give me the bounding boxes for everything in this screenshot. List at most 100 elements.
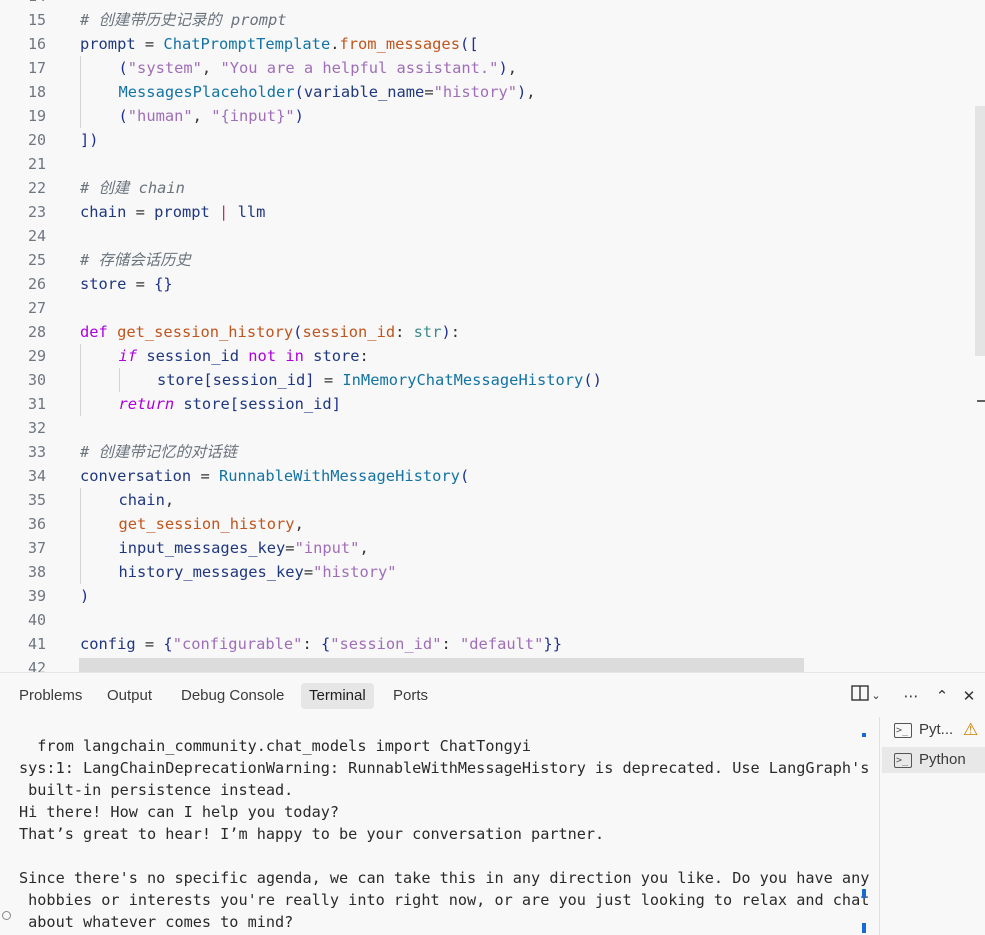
code-line[interactable]: 17 ("system", "You are a helpful assistan… <box>0 56 985 80</box>
code-line[interactable]: 15 # 创建带历史记录的 prompt <box>0 8 985 32</box>
line-number: 22 <box>27 179 46 197</box>
code-line[interactable]: 28 def get_session_history(session_id: st… <box>0 320 985 344</box>
code-line[interactable]: 38 history_messages_key="history" <box>0 560 985 584</box>
code-line[interactable]: 25 # 存储会话历史 <box>0 248 985 272</box>
code-line[interactable]: 14 <box>0 0 985 8</box>
code-token: from_messages <box>339 35 460 53</box>
code-token: ) <box>294 107 304 125</box>
code-text: ]) <box>80 128 99 152</box>
more-icon[interactable]: ⋯ <box>900 685 922 707</box>
code-line[interactable]: 19 ("human", "{input}") <box>0 104 985 128</box>
code-token: ] <box>305 371 315 389</box>
code-line[interactable]: 30 store[session_id] = InMemoryChatMessag… <box>0 368 985 392</box>
code-line[interactable]: 24 <box>0 224 985 248</box>
line-number: 28 <box>27 323 46 341</box>
code-line[interactable]: 26 store = {} <box>0 272 985 296</box>
chevron-down-icon[interactable]: ⌄ <box>869 685 883 707</box>
code-line[interactable]: 32 <box>0 416 985 440</box>
line-number: 40 <box>27 611 46 629</box>
code-line[interactable]: 39) <box>0 584 985 608</box>
code-token: "input" <box>294 539 360 557</box>
code-line[interactable]: 16 prompt = ChatPromptTemplate.from_messa… <box>0 32 985 56</box>
line-number: 23 <box>27 203 46 221</box>
tab-debug-console[interactable]: Debug Console <box>173 683 292 709</box>
terminal-scroll-marker <box>862 733 866 737</box>
code-token: RunnableWithMessageHistory <box>219 467 460 485</box>
code-line[interactable]: 35 chain, <box>0 488 985 512</box>
code-line[interactable]: 37 input_messages_key="input", <box>0 536 985 560</box>
line-number: 42 <box>27 659 46 672</box>
code-editor[interactable]: 14 15 # 创建带历史记录的 prompt 16 prompt = ChatProm… <box>0 0 985 672</box>
terminal-item-python-2[interactable]: Python <box>882 747 985 774</box>
line-number: 35 <box>27 491 46 509</box>
code-line[interactable]: 31 return store[session_id] <box>0 392 985 416</box>
tab-terminal[interactable]: Terminal <box>301 683 374 709</box>
code-token: = <box>135 35 164 53</box>
line-number: 39 <box>27 587 46 605</box>
code-text: return store[session_id] <box>119 392 341 416</box>
code-token: MessagesPlaceholder <box>118 83 295 101</box>
code-line[interactable]: 41 config = {"configurable": {"session_id… <box>0 632 985 656</box>
indent-guide <box>80 392 81 416</box>
tab-output[interactable]: Output <box>99 683 160 709</box>
line-number: 17 <box>27 59 46 77</box>
editor-vertical-scrollbar[interactable] <box>975 106 985 356</box>
code-token: "human" <box>127 107 193 125</box>
code-token: , <box>526 83 536 101</box>
code-token: : <box>359 347 369 365</box>
terminal-item-label: Python <box>919 751 966 768</box>
code-token: : <box>450 323 461 341</box>
panel-tab-bar: Problems Output Debug Console Terminal P… <box>0 673 840 717</box>
code-text: # 创建带记忆的对话链 <box>80 440 237 464</box>
editor-horizontal-scrollbar[interactable] <box>79 658 804 672</box>
code-token: chain <box>118 491 165 509</box>
code-line[interactable]: 18 MessagesPlaceholder(variable_name="his… <box>0 80 985 104</box>
indent-guide <box>80 488 81 512</box>
code-line[interactable]: 33 # 创建带记忆的对话链 <box>0 440 985 464</box>
line-number: 18 <box>27 83 46 101</box>
code-text: conversation = RunnableWithMessageHistor… <box>80 464 469 488</box>
code-token: , <box>359 539 369 557</box>
code-token: # 创建 chain <box>80 179 185 197</box>
code-token: "configurable" <box>172 635 303 653</box>
indent-guide <box>80 80 81 104</box>
code-line[interactable]: 22 # 创建 chain <box>0 176 985 200</box>
code-line[interactable]: 34 conversation = RunnableWithMessageHist… <box>0 464 985 488</box>
code-line[interactable]: 21 <box>0 152 985 176</box>
line-number: 36 <box>27 515 46 533</box>
code-line[interactable]: 23 chain = prompt | llm <box>0 200 985 224</box>
code-token: ] <box>331 395 341 413</box>
code-line[interactable]: 40 <box>0 608 985 632</box>
code-line[interactable]: 27 <box>0 296 985 320</box>
terminal-decoration-circle-icon <box>2 911 11 920</box>
code-token: store <box>157 371 204 389</box>
code-line[interactable]: 20]) <box>0 128 985 152</box>
code-token: ([ <box>459 35 479 53</box>
tab-problems[interactable]: Problems <box>11 683 90 709</box>
code-token: history_messages_key <box>118 563 304 581</box>
panel-layout-icon[interactable] <box>849 685 871 707</box>
close-icon[interactable]: ✕ <box>958 685 980 707</box>
code-token: = <box>191 467 220 485</box>
indent-guide <box>80 56 81 80</box>
code-text: history_messages_key="history" <box>119 560 397 584</box>
code-line[interactable]: 29 if session_id not in store: <box>0 344 985 368</box>
code-token: ) <box>441 323 451 341</box>
code-token: { <box>163 635 173 653</box>
code-token: = <box>424 83 434 101</box>
code-token: prompt <box>80 35 136 53</box>
code-token: input_messages_key <box>118 539 286 557</box>
code-token: InMemoryChatMessageHistory <box>342 371 584 389</box>
terminal-output[interactable]: from langchain_community.chat_models imp… <box>19 735 869 933</box>
code-token: : <box>395 323 414 341</box>
tab-ports[interactable]: Ports <box>385 683 436 709</box>
code-token: "history" <box>433 83 517 101</box>
code-line[interactable]: 36 get_session_history, <box>0 512 985 536</box>
terminal-item-python-1[interactable]: Pyt... ⚠ <box>882 717 985 744</box>
code-token: ]) <box>80 131 99 149</box>
code-token: , <box>507 59 518 77</box>
code-token: ( <box>118 107 128 125</box>
maximize-icon[interactable]: ⌃ <box>931 685 953 707</box>
code-token: session_id <box>302 323 396 341</box>
